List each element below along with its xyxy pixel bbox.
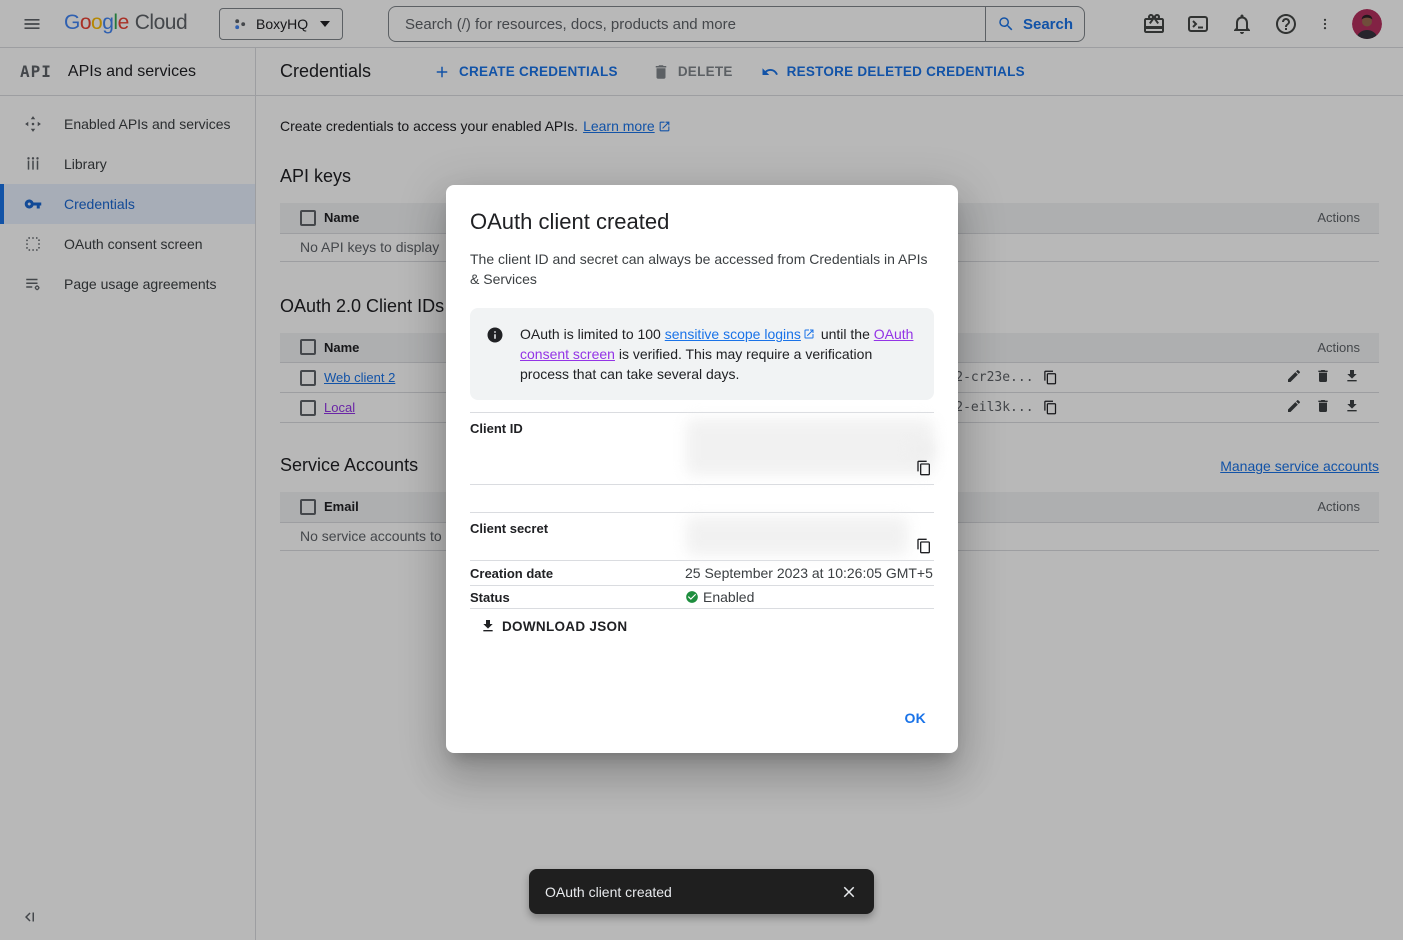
dialog-subtitle: The client ID and secret can always be a…: [470, 249, 934, 289]
status-row: Status Enabled: [470, 586, 934, 609]
client-secret-row: Client secret: [470, 513, 934, 561]
client-secret-label: Client secret: [470, 521, 685, 560]
close-icon[interactable]: [840, 883, 858, 901]
creation-date-row: Creation date 25 September 2023 at 10:26…: [470, 561, 934, 586]
copy-icon[interactable]: [916, 538, 932, 554]
download-json-button[interactable]: DOWNLOAD JSON: [480, 618, 627, 634]
ok-button[interactable]: OK: [897, 702, 935, 734]
snackbar-message: OAuth client created: [545, 884, 672, 900]
creation-date-label: Creation date: [470, 566, 685, 581]
snackbar: OAuth client created: [529, 869, 874, 914]
download-icon: [480, 618, 496, 634]
notice-text: OAuth is limited to 100 sensitive scope …: [520, 324, 918, 384]
redacted-client-id: [910, 441, 936, 457]
check-circle-icon: [685, 590, 699, 604]
sensitive-scope-logins-link[interactable]: sensitive scope logins: [665, 326, 801, 342]
status-label: Status: [470, 590, 685, 605]
dialog-title: OAuth client created: [470, 209, 934, 235]
creation-date-value: 25 September 2023 at 10:26:05 GMT+5: [685, 565, 933, 581]
download-json-label: DOWNLOAD JSON: [502, 619, 627, 634]
status-value: Enabled: [703, 589, 754, 605]
redacted-client-secret: [686, 517, 908, 555]
external-link-icon: [803, 328, 815, 340]
notice-part: OAuth is limited to 100: [520, 326, 665, 342]
copy-icon[interactable]: [916, 460, 932, 476]
info-icon: [486, 326, 504, 344]
client-id-label: Client ID: [470, 421, 685, 484]
client-id-row: Client ID: [470, 413, 934, 485]
oauth-created-dialog: OAuth client created The client ID and s…: [446, 185, 958, 753]
notice-part: until the: [817, 326, 874, 342]
spacer-row: [470, 485, 934, 513]
redacted-client-id: [686, 419, 934, 475]
oauth-limit-notice: OAuth is limited to 100 sensitive scope …: [470, 308, 934, 400]
credential-fields: Client ID Client secret Creation date 25…: [470, 412, 934, 609]
